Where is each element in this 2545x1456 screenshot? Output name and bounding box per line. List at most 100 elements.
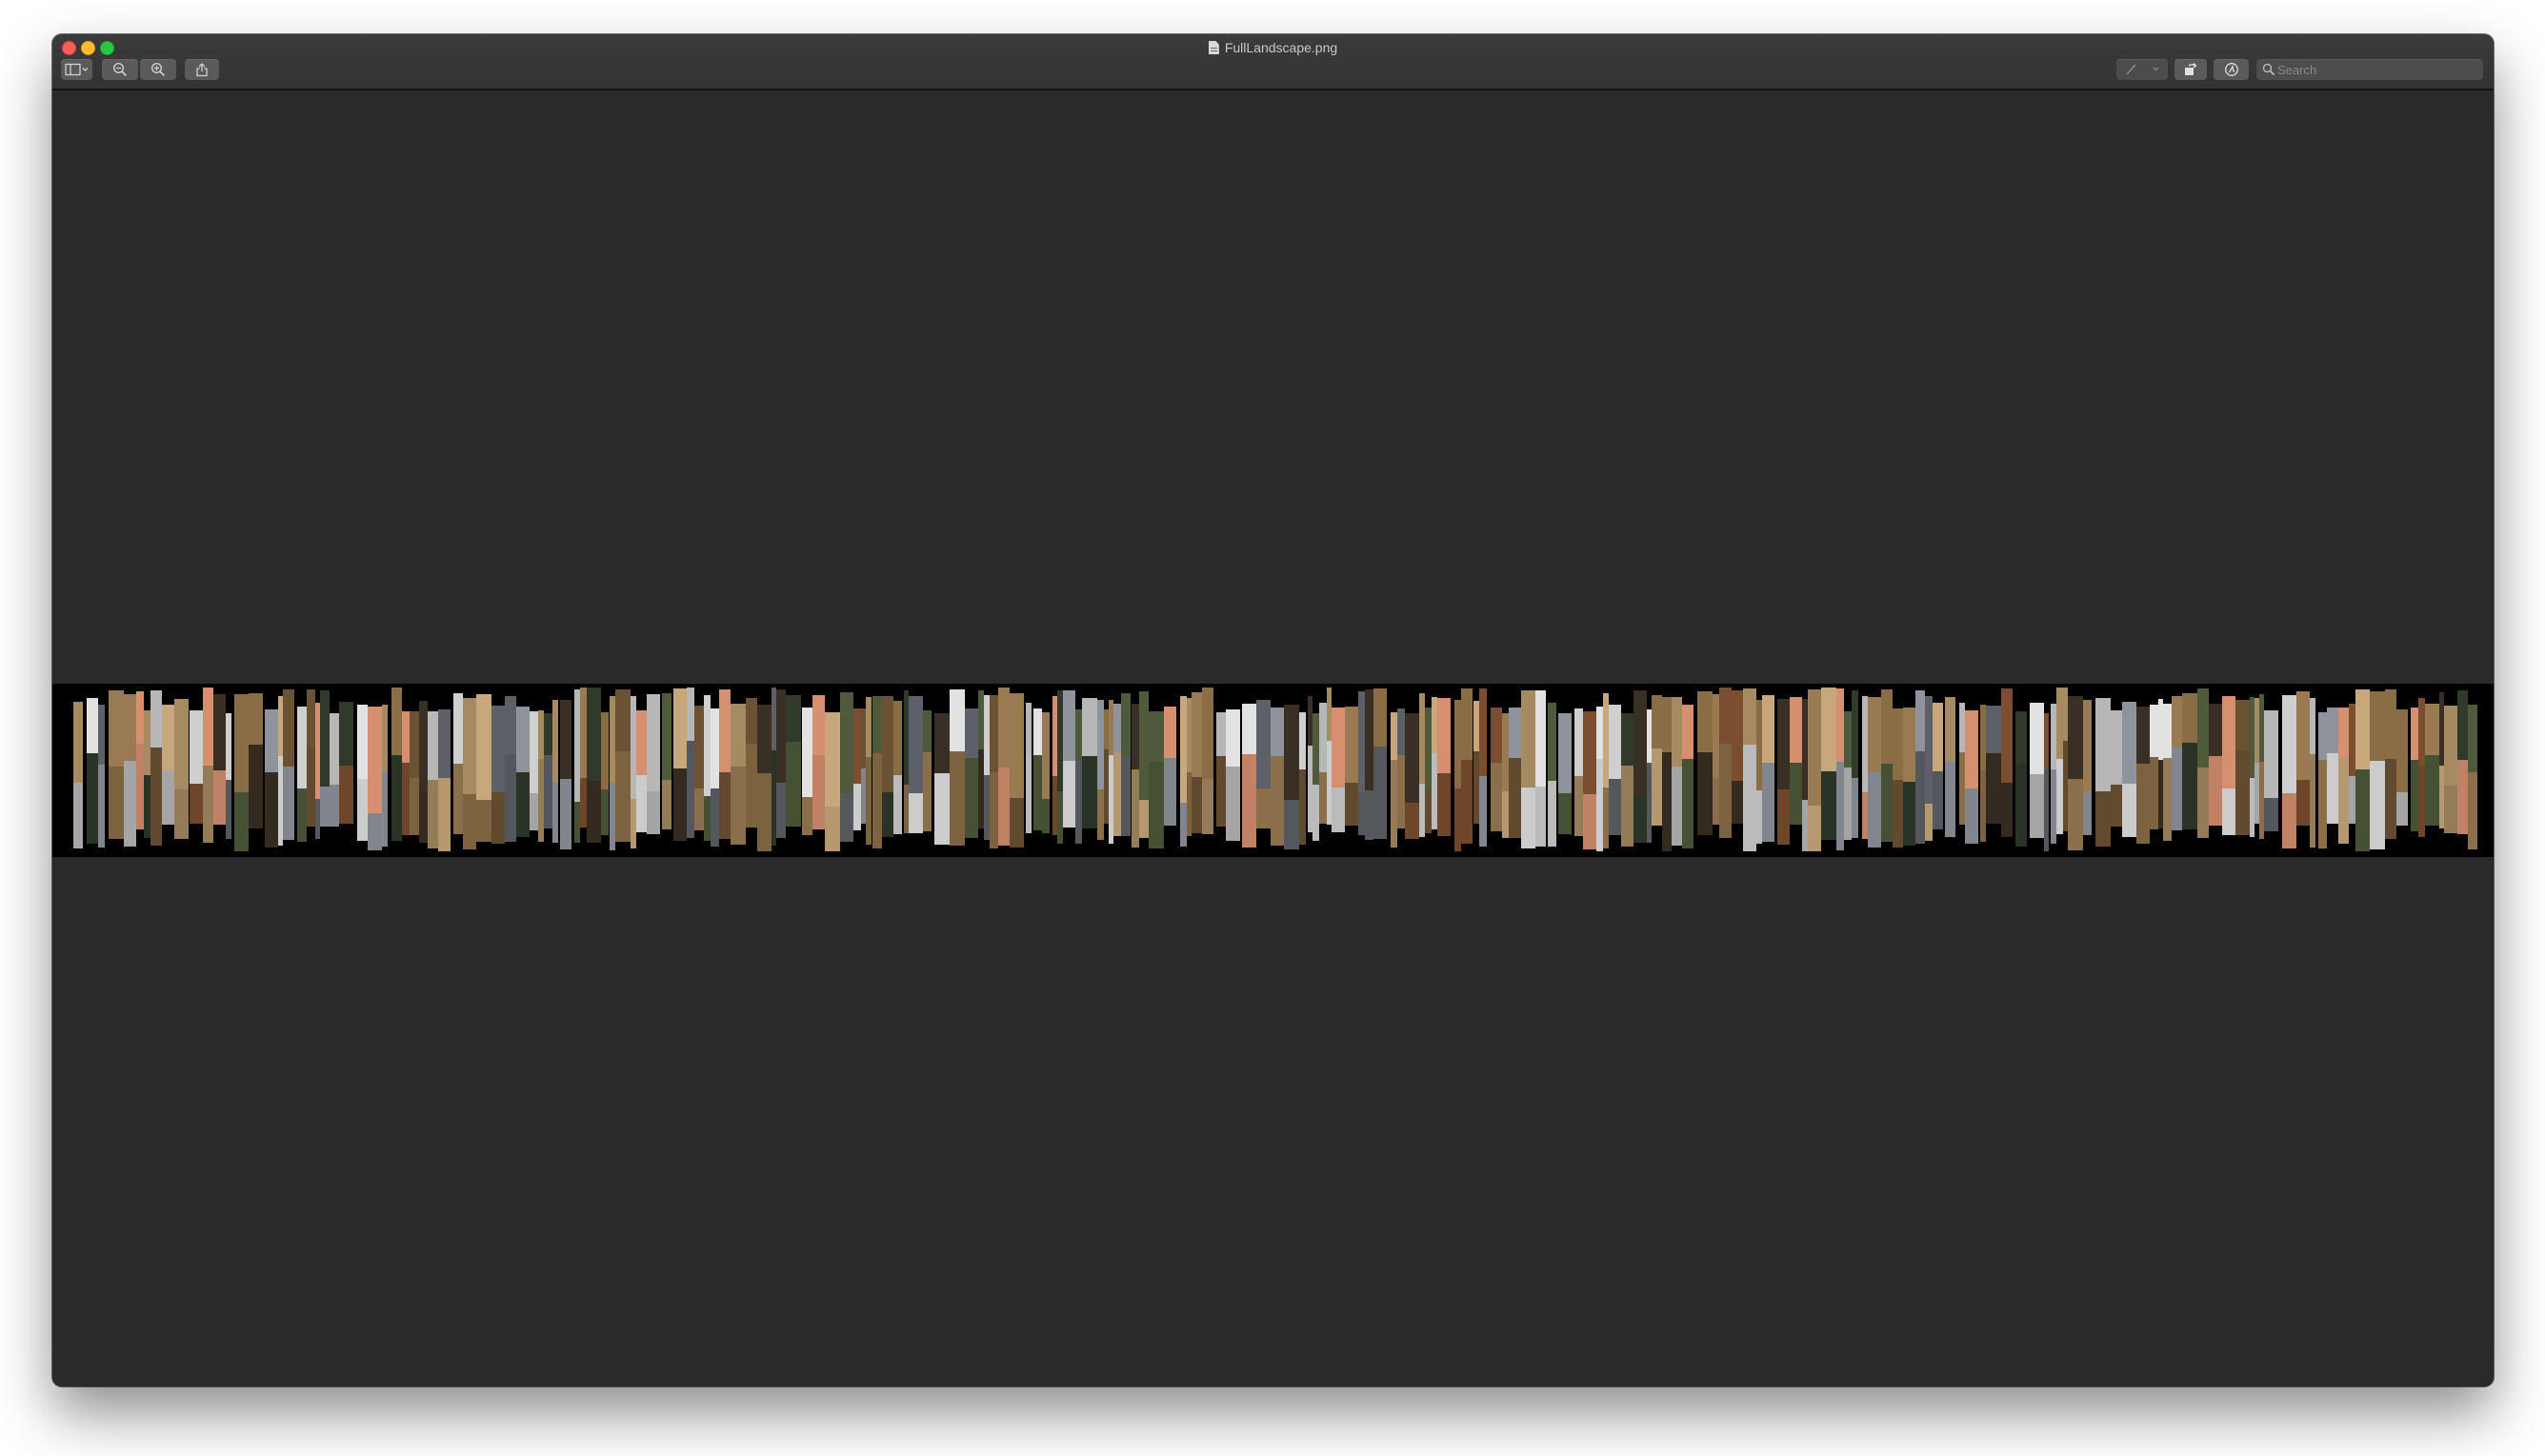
image-slice <box>1672 697 1682 767</box>
image-slice <box>1113 704 1121 752</box>
image-slice <box>1862 696 1868 792</box>
sidebar-toggle-button[interactable] <box>61 59 92 80</box>
image-slice <box>1980 770 1986 842</box>
image-slice <box>719 772 731 839</box>
image-slice <box>1192 692 1202 777</box>
image-slice <box>1358 691 1365 792</box>
image-slice <box>560 700 571 779</box>
image-slice <box>2396 709 2408 792</box>
image-slice <box>772 688 776 750</box>
image-slice <box>1868 697 1881 772</box>
image-slice <box>530 793 538 830</box>
image-slice <box>330 713 339 785</box>
image-slice <box>1284 705 1299 800</box>
document-canvas[interactable] <box>52 90 2494 1386</box>
image-slice <box>463 698 476 794</box>
share-button[interactable] <box>185 59 219 80</box>
image-slice <box>491 706 505 792</box>
image-slice <box>1808 689 1821 806</box>
image-slice <box>190 710 203 784</box>
title-bar[interactable]: FullLandscape.png <box>52 34 2494 90</box>
image-slice <box>1057 690 1063 791</box>
image-slice <box>866 757 872 845</box>
image-slice <box>1308 746 1313 832</box>
image-slice <box>1502 713 1509 791</box>
image-slice <box>538 710 544 759</box>
image-slice <box>1332 708 1345 788</box>
image-slice <box>1256 700 1271 788</box>
image-slice <box>731 767 746 845</box>
image-slice <box>1473 701 1479 751</box>
image-slice <box>687 741 694 838</box>
image-slice <box>2063 688 2068 741</box>
markup-toolbar-button[interactable] <box>2214 59 2249 80</box>
rotate-button[interactable] <box>2174 59 2207 80</box>
image-slice <box>719 689 731 772</box>
search-input[interactable] <box>2277 60 2477 79</box>
image-slice <box>2197 688 2209 768</box>
image-slice <box>2310 754 2315 848</box>
image-slice <box>1397 755 1405 828</box>
image-slice <box>1621 766 1633 847</box>
image-slice <box>2349 704 2355 776</box>
image-slice <box>1836 762 1844 850</box>
image-slice <box>2172 748 2182 830</box>
image-slice <box>249 693 263 745</box>
image-slice <box>1713 778 1719 825</box>
image-slice <box>2222 788 2235 835</box>
image-slice <box>2122 702 2136 784</box>
image-slice <box>1945 697 1955 762</box>
image-slice <box>636 775 647 832</box>
image-slice <box>872 696 882 753</box>
search-field[interactable] <box>2256 59 2483 80</box>
image-slice <box>124 694 136 761</box>
image-slice <box>904 690 909 785</box>
image-slice <box>1052 776 1057 835</box>
image-slice <box>2264 798 2278 831</box>
image-slice <box>2411 708 2418 760</box>
image-slice <box>1425 708 1432 790</box>
zoom-in-icon <box>150 62 166 77</box>
image-slice <box>1057 791 1063 844</box>
image-slice <box>2259 694 2264 762</box>
image-slice <box>2370 691 2385 761</box>
image-slice <box>150 690 162 748</box>
image-slice <box>1425 790 1432 833</box>
image-slice <box>1405 803 1419 839</box>
image-slice <box>1743 745 1756 851</box>
image-slice <box>802 797 812 835</box>
image-slice <box>2051 704 2056 769</box>
image-slice <box>601 789 609 835</box>
image-slice <box>1965 710 1978 788</box>
image-slice <box>560 779 571 849</box>
image-slice <box>2063 741 2068 831</box>
image-slice <box>265 709 278 772</box>
image-slice <box>136 744 144 829</box>
image-slice <box>1965 788 1978 844</box>
zoom-in-button[interactable] <box>140 59 176 80</box>
image-slice <box>965 708 978 758</box>
image-slice <box>402 763 410 835</box>
image-slice <box>776 783 786 838</box>
image-slice <box>2327 708 2338 753</box>
image-slice <box>2457 760 2468 834</box>
image-slice <box>2235 750 2250 835</box>
image-slice <box>1777 789 1790 845</box>
image-slice <box>1479 688 1487 776</box>
image-slice <box>2095 698 2111 791</box>
image-slice <box>2425 755 2439 826</box>
markup-pen-button[interactable] <box>2116 59 2168 80</box>
image-slice <box>2150 705 2158 757</box>
image-slice <box>1075 761 1082 844</box>
image-slice <box>1139 691 1149 800</box>
image-slice <box>2122 784 2136 837</box>
image-slice <box>757 705 772 773</box>
image-slice <box>2250 778 2254 837</box>
image-slice <box>2163 704 2172 758</box>
image-slice <box>772 750 776 846</box>
image-slice <box>1802 800 1808 851</box>
image-slice <box>249 745 263 828</box>
image-slice <box>687 688 694 741</box>
image-slice <box>382 771 388 847</box>
zoom-out-button[interactable] <box>102 59 138 80</box>
